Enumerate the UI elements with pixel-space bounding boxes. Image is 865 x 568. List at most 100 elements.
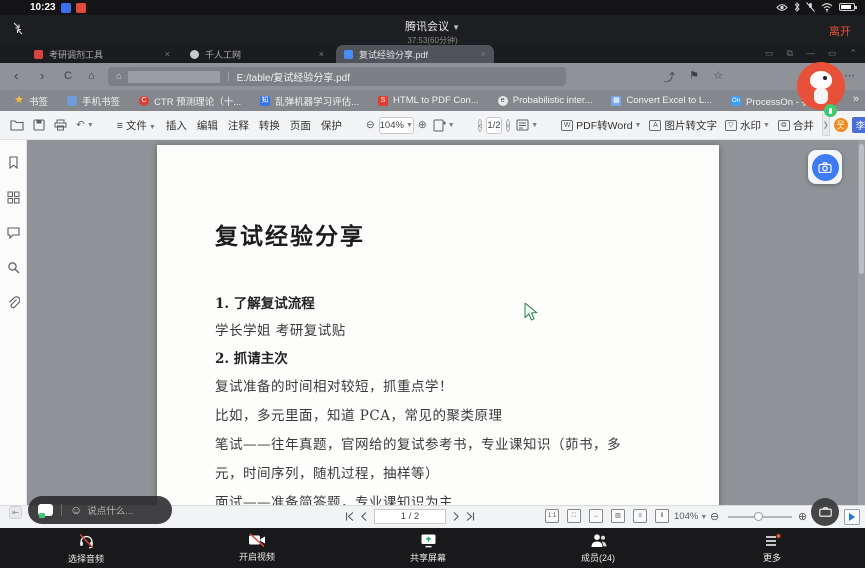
- account-chip[interactable]: 웃 李玫娟: [834, 117, 865, 133]
- save-icon[interactable]: [33, 119, 45, 131]
- zoom-out-button[interactable]: ⊖: [366, 119, 375, 131]
- prev-page-button[interactable]: [361, 512, 367, 521]
- home-button[interactable]: ⌂: [88, 68, 95, 84]
- bookmark-item[interactable]: eProbabilistic inter...: [498, 95, 593, 106]
- toolbar-collapse-handle[interactable]: ❯: [822, 114, 830, 136]
- menu-page[interactable]: 页面: [290, 118, 311, 133]
- actual-size-icon[interactable]: 1:1: [545, 509, 559, 523]
- scrollbar[interactable]: [858, 140, 865, 505]
- page-fit-icon[interactable]: ▼: [433, 119, 455, 132]
- minimize-icon[interactable]: —: [806, 48, 815, 59]
- pdf-to-word-button[interactable]: WPDF转Word▼: [561, 118, 641, 133]
- tab3-close-icon[interactable]: ×: [473, 49, 486, 59]
- browser-tab-1[interactable]: 考研调剂工具 ×: [26, 45, 178, 63]
- zoom-slider[interactable]: [728, 516, 792, 518]
- bookmark-panel-icon[interactable]: [7, 156, 20, 169]
- dock-arrow-icon[interactable]: ⇤: [9, 506, 22, 519]
- cast-icon[interactable]: ⧉: [787, 48, 793, 59]
- zoom-in-button[interactable]: ⊕: [418, 119, 427, 131]
- document-viewport[interactable]: 复试经验分享 1. 了解复试流程 学长学姐 考研复试贴 2. 抓请主次 复试准备…: [28, 140, 865, 505]
- bookmark-item[interactable]: 知乱弹机器学习评估...: [260, 94, 359, 108]
- watermark-button[interactable]: ▽水印▼: [725, 118, 770, 133]
- page-number-box[interactable]: 1 / 2: [374, 509, 446, 524]
- undo-icon[interactable]: ↶▼: [76, 119, 94, 131]
- browser-menu-icon[interactable]: ⋯: [844, 69, 855, 82]
- emoji-icon[interactable]: ☺: [70, 503, 82, 517]
- prev-page-button[interactable]: ‹: [478, 119, 483, 132]
- s-site-icon: S: [378, 96, 388, 106]
- back-button[interactable]: ‹: [14, 68, 18, 84]
- fit-width-icon[interactable]: ↔: [589, 509, 603, 523]
- browser-tab-2[interactable]: 千人工网 ×: [182, 45, 332, 63]
- more-button[interactable]: 更多: [727, 533, 817, 564]
- merge-split-button[interactable]: ⧉合并: [778, 118, 814, 133]
- start-video-button[interactable]: 开启视频: [212, 533, 302, 563]
- share-page-icon[interactable]: ⤴: [664, 69, 675, 85]
- bookmark-item[interactable]: 手机书签: [67, 94, 120, 108]
- panel-icon[interactable]: ▭: [765, 48, 774, 59]
- first-page-button[interactable]: [345, 512, 354, 521]
- open-file-icon[interactable]: [10, 119, 24, 131]
- read-mode-icon[interactable]: ▼: [516, 119, 538, 131]
- meeting-screenshot-button[interactable]: [811, 498, 839, 526]
- image-to-text-button[interactable]: A图片转文字: [649, 118, 717, 133]
- menu-protect[interactable]: 保护: [321, 118, 342, 133]
- more-menu-icon: [764, 533, 781, 548]
- address-bar[interactable]: ⌂ | E:/table/复试经验分享.pdf: [108, 67, 566, 86]
- collapse-up-icon[interactable]: ⌃: [849, 48, 857, 59]
- next-page-button[interactable]: [453, 512, 459, 521]
- zoom-level-select[interactable]: 104%▼: [379, 117, 414, 134]
- two-page-icon[interactable]: ⫴: [655, 509, 669, 523]
- bookmarks-bar: ★书签 手机书签 CCTR 预测理论（十... 知乱弹机器学习评估... SHT…: [0, 90, 865, 111]
- menu-annotate[interactable]: 注释: [228, 118, 249, 133]
- address-url[interactable]: E:/table/复试经验分享.pdf: [237, 69, 350, 84]
- leave-meeting-button[interactable]: 离开: [829, 23, 851, 39]
- menu-convert[interactable]: 转换: [259, 118, 280, 133]
- screen-capture-widget[interactable]: [808, 150, 842, 184]
- capture-button[interactable]: [812, 154, 839, 181]
- reading-mode-icon[interactable]: ▥: [611, 509, 625, 523]
- comments-panel-icon[interactable]: [7, 226, 20, 239]
- share-screen-button[interactable]: 共享屏幕: [383, 533, 473, 564]
- next-page-button[interactable]: ›: [506, 119, 511, 132]
- attachment-icon[interactable]: [7, 296, 20, 309]
- chat-placeholder[interactable]: 说点什么...: [87, 503, 133, 517]
- flag-icon[interactable]: ⚑: [689, 69, 699, 82]
- presentation-mode-button[interactable]: [844, 509, 860, 525]
- thumbnails-panel-icon[interactable]: [7, 191, 20, 204]
- print-icon[interactable]: [54, 119, 67, 131]
- bookmark-item[interactable]: ★书签: [14, 94, 48, 108]
- participant-video-bubble[interactable]: [797, 62, 845, 110]
- single-page-icon[interactable]: ≡: [633, 509, 647, 523]
- browser-tab-active[interactable]: 复试经验分享.pdf ×: [336, 45, 494, 63]
- bookmarks-overflow-icon[interactable]: »: [853, 93, 859, 105]
- meeting-title[interactable]: 腾讯会议 ▼: [0, 18, 865, 34]
- zoom-slider-knob[interactable]: [754, 512, 763, 521]
- last-page-button[interactable]: [466, 512, 475, 521]
- menu-edit[interactable]: 编辑: [197, 118, 218, 133]
- bookmark-item[interactable]: CCTR 预测理论（十...: [139, 94, 241, 108]
- scrollbar-thumb[interactable]: [859, 144, 864, 274]
- forward-button[interactable]: ›: [40, 68, 44, 84]
- window-controls[interactable]: ▭ ⧉ — ▭ ⌃: [765, 48, 857, 59]
- page-indicator[interactable]: 1/2: [486, 117, 501, 134]
- bookmark-star-icon[interactable]: ☆: [713, 69, 723, 82]
- fit-page-icon[interactable]: ⛶: [567, 509, 581, 523]
- members-button[interactable]: 成员(24): [553, 533, 643, 564]
- zoom-in-button[interactable]: ⊕: [798, 510, 807, 523]
- pdf-page[interactable]: 复试经验分享 1. 了解复试流程 学长学姐 考研复试贴 2. 抓请主次 复试准备…: [157, 145, 719, 505]
- zoom-percent[interactable]: 104%▼: [674, 511, 707, 522]
- meeting-chat-pill[interactable]: ☺ 说点什么...: [28, 496, 172, 524]
- select-audio-button[interactable]: 选择音频: [41, 533, 131, 565]
- search-icon[interactable]: [7, 261, 20, 274]
- menu-insert[interactable]: 插入: [166, 118, 187, 133]
- clock: 10:23: [30, 2, 56, 13]
- maximize-icon[interactable]: ▭: [828, 48, 837, 59]
- reload-button[interactable]: C: [64, 68, 72, 84]
- zoom-out-button[interactable]: ⊖: [710, 510, 719, 523]
- tab2-close-icon[interactable]: ×: [311, 49, 324, 59]
- bookmark-item[interactable]: ▦Convert Excel to L...: [611, 95, 712, 106]
- bookmark-item[interactable]: SHTML to PDF Con...: [378, 95, 479, 106]
- tab1-close-icon[interactable]: ×: [157, 49, 170, 59]
- file-menu[interactable]: ≡文件▼: [117, 118, 156, 133]
